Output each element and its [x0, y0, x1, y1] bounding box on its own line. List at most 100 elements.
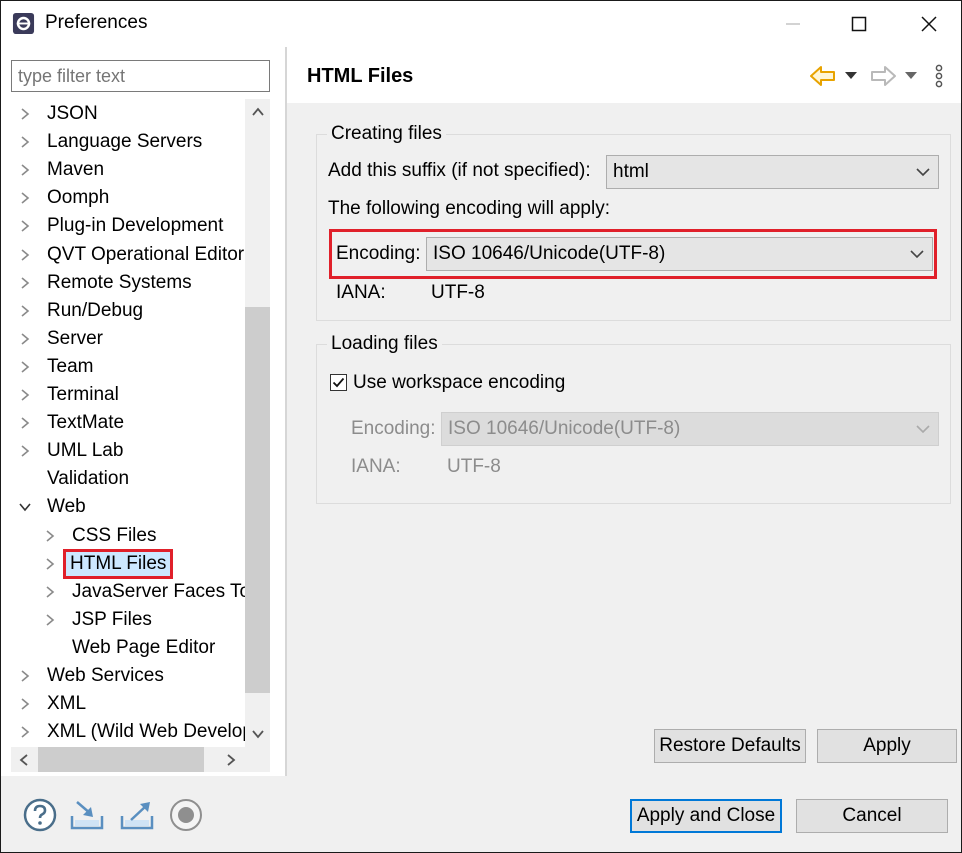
- minimize-button[interactable]: [758, 1, 828, 47]
- view-menu-button[interactable]: [929, 63, 949, 89]
- loading-iana-label: IANA:: [351, 456, 401, 477]
- tree-item-label: Web Page Editor: [72, 636, 216, 658]
- scroll-down-arrow[interactable]: [245, 721, 270, 747]
- tree-item[interactable]: JavaServer Faces Tools: [11, 578, 245, 606]
- expand-chevron-icon[interactable]: [40, 610, 60, 630]
- collapse-chevron-icon[interactable]: [15, 497, 35, 517]
- chevron-right-icon: [21, 726, 30, 738]
- expand-chevron-icon[interactable]: [15, 694, 35, 714]
- expand-chevron-icon[interactable]: [15, 104, 35, 124]
- expand-chevron-icon[interactable]: [40, 554, 60, 574]
- expand-chevron-icon[interactable]: [15, 273, 35, 293]
- tree-item[interactable]: Plug-in Development: [11, 212, 223, 240]
- apply-button[interactable]: Apply: [817, 729, 957, 763]
- tree-item[interactable]: Validation: [11, 465, 129, 493]
- tree-item[interactable]: Terminal: [11, 381, 119, 409]
- expand-chevron-icon[interactable]: [15, 441, 35, 461]
- chevron-right-icon: [21, 698, 30, 710]
- tree-item[interactable]: Language Servers: [11, 128, 202, 156]
- chevron-right-icon: [46, 529, 55, 542]
- back-arrow-icon: [810, 66, 835, 86]
- help-button[interactable]: [22, 797, 58, 833]
- expand-chevron-icon[interactable]: [40, 526, 60, 546]
- expand-chevron-icon[interactable]: [40, 582, 60, 602]
- use-workspace-encoding-checkbox[interactable]: [330, 374, 347, 391]
- chevron-down-icon: [916, 168, 930, 177]
- tree-item[interactable]: Remote Systems: [11, 269, 192, 297]
- expand-chevron-icon[interactable]: [15, 216, 35, 236]
- chevron-right-icon: [21, 164, 30, 176]
- maximize-button[interactable]: [824, 1, 894, 47]
- expand-chevron-icon[interactable]: [15, 188, 35, 208]
- chevron-right-icon: [21, 389, 30, 401]
- tree-item-label: Team: [47, 355, 94, 377]
- creating-encoding-combo[interactable]: ISO 10646/Unicode(UTF-8): [426, 237, 933, 271]
- expand-chevron-icon[interactable]: [15, 722, 35, 742]
- expand-chevron-icon[interactable]: [15, 132, 35, 152]
- export-preferences-button[interactable]: [119, 797, 155, 833]
- tree-item[interactable]: JSP Files: [11, 606, 152, 634]
- creating-files-legend: Creating files: [331, 123, 442, 144]
- expand-chevron-icon[interactable]: [15, 245, 35, 265]
- tree-item-label: TextMate: [47, 412, 125, 434]
- tree-item[interactable]: Oomph: [11, 184, 109, 212]
- record-preferences-button[interactable]: [168, 797, 204, 833]
- scroll-left-arrow[interactable]: [11, 747, 37, 772]
- tree-vertical-scrollbar[interactable]: [245, 99, 270, 747]
- tree-item[interactable]: HTML Files: [11, 548, 174, 579]
- tree-item-label: XML: [47, 693, 87, 715]
- encoding-note: The following encoding will apply:: [328, 198, 610, 219]
- tree-item-label: Web Services: [47, 665, 164, 686]
- expand-chevron-icon[interactable]: [15, 160, 35, 180]
- close-button[interactable]: [894, 1, 962, 47]
- tree-item[interactable]: UML Lab: [11, 437, 123, 465]
- tree-item[interactable]: TextMate: [11, 409, 124, 437]
- kebab-menu-icon: [935, 64, 943, 88]
- tree-item[interactable]: XML: [11, 690, 86, 718]
- import-preferences-button[interactable]: [69, 797, 105, 833]
- scroll-up-arrow[interactable]: [245, 99, 270, 125]
- tree-item-label: Validation: [47, 468, 130, 490]
- tree-item[interactable]: Web Page Editor: [11, 634, 215, 662]
- expand-chevron-icon[interactable]: [15, 301, 35, 321]
- tree-item[interactable]: JSON: [11, 100, 98, 128]
- tree-horizontal-scrollbar[interactable]: [11, 747, 270, 772]
- tree-item[interactable]: CSS Files: [11, 522, 156, 550]
- checkmark-icon: [332, 377, 345, 388]
- dropdown-triangle-icon: [845, 72, 857, 79]
- tree-item-label: Terminal: [47, 384, 119, 405]
- tree-item[interactable]: Web Services: [11, 662, 164, 690]
- tree-item[interactable]: XML (Wild Web Developer): [11, 718, 245, 746]
- filter-input[interactable]: [11, 60, 270, 92]
- tree-item[interactable]: Web: [11, 493, 86, 521]
- chevron-right-icon: [21, 108, 30, 120]
- expand-chevron-icon[interactable]: [15, 666, 35, 686]
- back-button[interactable]: [809, 63, 837, 89]
- tree-item[interactable]: QVT Operational Editor: [11, 241, 244, 269]
- suffix-combo[interactable]: html: [606, 155, 939, 189]
- expand-chevron-icon[interactable]: [15, 413, 35, 433]
- forward-history-dropdown[interactable]: [901, 63, 921, 89]
- expand-chevron-icon[interactable]: [15, 385, 35, 405]
- scroll-thumb[interactable]: [245, 307, 270, 693]
- tree-item-label: Plug-in Development: [47, 215, 224, 237]
- tree-item[interactable]: Server: [11, 325, 103, 353]
- loading-iana-value: UTF-8: [447, 456, 501, 477]
- tree-item[interactable]: Maven: [11, 156, 104, 184]
- chevron-right-icon: [21, 333, 30, 345]
- expand-chevron-icon[interactable]: [15, 329, 35, 349]
- eclipse-app-icon: [12, 12, 35, 35]
- horizontal-scroll-thumb[interactable]: [38, 747, 204, 772]
- cancel-button[interactable]: Cancel: [796, 799, 948, 833]
- tree-item-label: Web: [47, 496, 86, 518]
- apply-and-close-button[interactable]: Apply and Close: [630, 799, 782, 833]
- scroll-right-arrow[interactable]: [218, 747, 244, 772]
- back-history-dropdown[interactable]: [841, 63, 861, 89]
- expand-chevron-icon[interactable]: [15, 357, 35, 377]
- tree-item[interactable]: Run/Debug: [11, 297, 143, 325]
- export-icon: [120, 802, 154, 830]
- restore-defaults-button[interactable]: Restore Defaults: [654, 729, 806, 763]
- forward-button[interactable]: [869, 63, 897, 89]
- tree-item[interactable]: Team: [11, 353, 93, 381]
